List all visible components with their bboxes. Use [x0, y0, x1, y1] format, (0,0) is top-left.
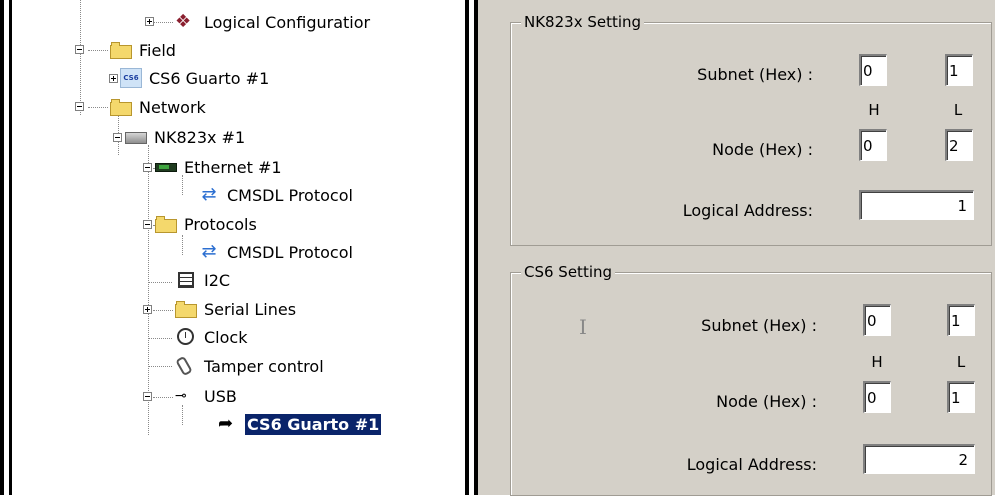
tree-item-label: Network — [139, 97, 206, 117]
window-border-left — [0, 0, 4, 495]
tree-item-label: Field — [139, 40, 176, 60]
tree-item-protocols[interactable]: Protocols — [155, 212, 259, 236]
expand-toggle[interactable] — [145, 17, 154, 26]
l-label: L — [953, 101, 963, 119]
folder-icon — [155, 214, 177, 234]
tree-line — [153, 397, 173, 398]
tree-item-logical-configuration[interactable]: ❖ Logical Configuratior — [175, 10, 372, 34]
tree-item-cs6-guarto-selected[interactable]: ➦ CS6 Guarto #1 — [218, 412, 382, 436]
collapse-toggle[interactable] — [113, 133, 122, 142]
chip-icon — [175, 270, 197, 290]
tree-item-label: Tamper control — [204, 356, 324, 376]
tree-line — [182, 235, 183, 255]
subnet-l-input[interactable] — [945, 54, 973, 86]
logical-address-input[interactable] — [859, 190, 974, 220]
subnet-label: Subnet (Hex) : — [701, 316, 817, 335]
tree-item-field[interactable]: Field — [110, 38, 178, 62]
ethernet-icon — [155, 157, 177, 177]
folder-icon — [110, 97, 132, 117]
tree-line — [148, 366, 172, 367]
tree-item-network[interactable]: Network — [110, 95, 208, 119]
tree-item-tamper-control[interactable]: Tamper control — [175, 354, 326, 378]
tree-view[interactable]: ❖ Logical Configuratior Field CS6 CS6 Gu… — [0, 0, 400, 495]
logical-address-label: Logical Address: — [686, 455, 817, 474]
collapse-toggle[interactable] — [143, 163, 152, 172]
splitter-gap — [469, 0, 474, 495]
tree-item-label: USB — [204, 386, 237, 406]
collapse-toggle[interactable] — [143, 392, 152, 401]
subnet-l-input[interactable] — [947, 304, 975, 336]
tree-item-cmsdl-protocol[interactable]: ⇄ CMSDL Protocol — [198, 183, 355, 207]
cs6-device-icon: CS6 — [120, 68, 142, 88]
nk823x-setting-group: NK823x Setting Subnet (Hex) : H L Node (… — [510, 13, 992, 246]
tree-item-label: Clock — [204, 327, 248, 347]
tree-line — [148, 282, 172, 283]
folder-icon — [110, 40, 132, 60]
node-l-input[interactable] — [947, 381, 975, 413]
tree-line — [148, 338, 172, 339]
tree-line — [153, 310, 173, 311]
node-h-input[interactable] — [863, 381, 891, 413]
collapse-toggle[interactable] — [143, 220, 152, 229]
usb-icon: ⊸ — [175, 388, 187, 404]
folder-icon — [175, 299, 197, 319]
node-l-input[interactable] — [945, 129, 973, 161]
link-icon: ➦ — [218, 413, 234, 434]
l-label: L — [956, 353, 966, 371]
tree-item-label: CS6 Guarto #1 — [149, 68, 270, 88]
text-cursor-icon: I — [579, 315, 587, 339]
expand-toggle[interactable] — [143, 305, 152, 314]
tree-item-serial-lines[interactable]: Serial Lines — [175, 297, 298, 321]
group-title: CS6 Setting — [521, 263, 616, 281]
tree-item-nk823x[interactable]: NK823x #1 — [125, 125, 247, 149]
logical-config-icon: ❖ — [175, 11, 192, 32]
h-label: H — [871, 353, 883, 371]
protocol-icon: ⇄ — [201, 241, 217, 262]
tree-line — [182, 405, 183, 425]
logical-address-input[interactable] — [863, 444, 975, 474]
node-h-input[interactable] — [859, 129, 887, 161]
tree-item-label: Ethernet #1 — [184, 157, 282, 177]
tree-item-label: CS6 Guarto #1 — [245, 413, 382, 435]
network-device-icon — [125, 127, 147, 147]
tree-line — [88, 50, 108, 51]
tree-item-cmsdl-protocol[interactable]: ⇄ CMSDL Protocol — [198, 240, 355, 264]
logical-address-label: Logical Address: — [682, 201, 813, 220]
tree-line — [153, 22, 173, 23]
node-label: Node (Hex) : — [712, 140, 813, 159]
subnet-h-input[interactable] — [859, 54, 887, 86]
node-label: Node (Hex) : — [716, 392, 817, 411]
collapse-toggle[interactable] — [75, 45, 84, 54]
tree-item-label: Serial Lines — [204, 299, 297, 319]
tree-item-i2c[interactable]: I2C — [175, 268, 232, 292]
subnet-h-input[interactable] — [863, 304, 891, 336]
clock-icon — [175, 327, 197, 347]
h-label: H — [868, 101, 880, 119]
tree-item-label: I2C — [204, 270, 231, 290]
tamper-icon — [175, 356, 197, 376]
tree-line — [80, 0, 81, 115]
subnet-label: Subnet (Hex) : — [697, 65, 813, 84]
window-border-left-inner — [9, 0, 12, 495]
splitter-gap — [478, 0, 488, 495]
tree-item-label: CMSDL Protocol — [227, 242, 353, 262]
protocol-icon: ⇄ — [201, 184, 217, 205]
tree-item-label: Logical Configuratior — [204, 12, 371, 32]
tree-item-usb[interactable]: ⊸ USB — [175, 384, 239, 408]
tree-item-ethernet[interactable]: Ethernet #1 — [155, 155, 284, 179]
tree-item-clock[interactable]: Clock — [175, 325, 249, 349]
settings-panel: NK823x Setting Subnet (Hex) : H L Node (… — [488, 0, 995, 496]
tree-item-label: Protocols — [184, 214, 257, 234]
tree-line — [88, 107, 108, 108]
tree-item-label: NK823x #1 — [154, 127, 246, 147]
cs6-setting-group: CS6 Setting I Subnet (Hex) : H L Node (H… — [510, 263, 992, 496]
tree-item-cs6-guarto[interactable]: CS6 CS6 Guarto #1 — [120, 66, 271, 90]
collapse-toggle[interactable] — [75, 102, 84, 111]
expand-toggle[interactable] — [109, 74, 118, 83]
tree-item-label: CMSDL Protocol — [227, 185, 353, 205]
group-title: NK823x Setting — [521, 13, 645, 31]
